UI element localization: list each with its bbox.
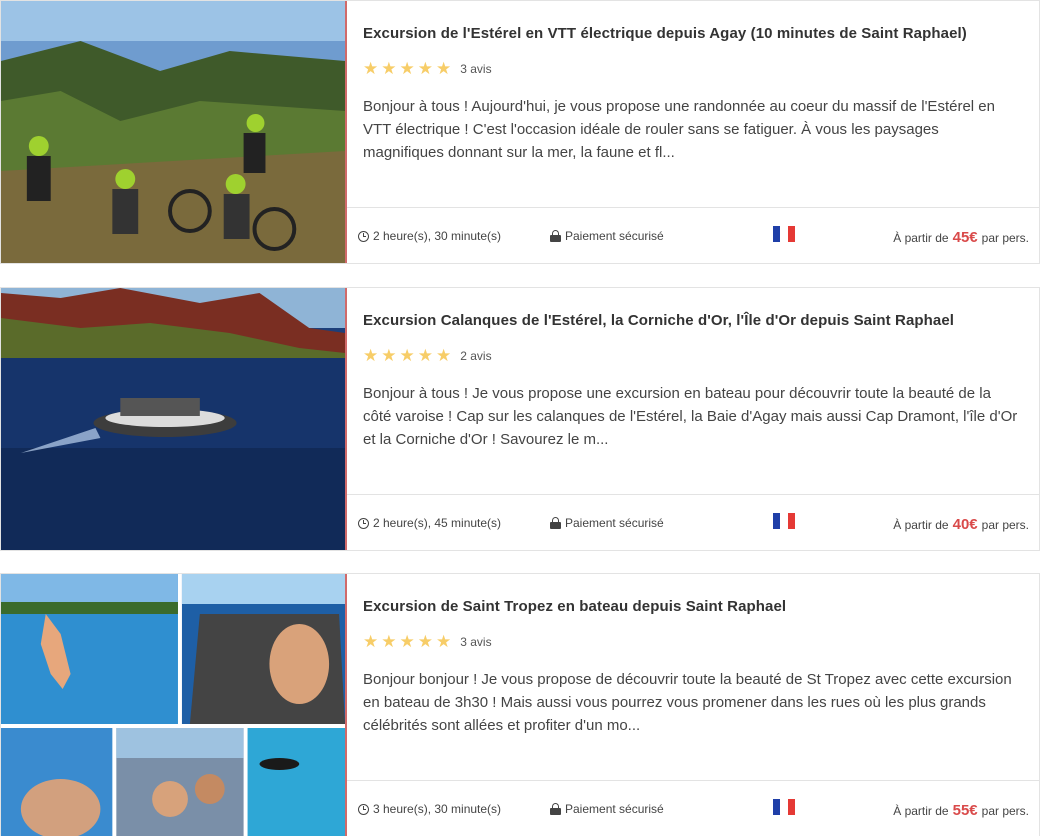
star-icon: ★ [399,632,415,651]
lock-icon [550,803,561,815]
excursion-list: Excursion de l'Estérel en VTT électrique… [0,0,1040,836]
excursion-title[interactable]: Excursion de l'Estérel en VTT électrique… [363,25,1019,42]
price-amount: 45€ [952,229,978,246]
review-count[interactable]: 3 avis [460,62,491,76]
star-icon: ★ [381,59,397,78]
rating: ★ ★ ★ ★ ★ 2 avis [363,347,492,364]
price-prefix: À partir de [893,517,949,532]
star-icon: ★ [363,59,379,78]
payment-text: Paiement sécurisé [565,516,664,530]
secure-payment: Paiement sécurisé [550,802,664,816]
excursion-photo[interactable] [1,574,347,836]
lock-icon [550,517,561,529]
star-icon: ★ [381,346,397,365]
star-icon: ★ [436,59,452,78]
price-suffix: par pers. [981,517,1029,532]
excursion-footer: 3 heure(s), 30 minute(s) Paiement sécuri… [347,780,1039,836]
language [773,226,795,242]
lock-icon [550,230,561,242]
price-prefix: À partir de [893,803,949,818]
rating: ★ ★ ★ ★ ★ 3 avis [363,633,492,650]
excursion-title[interactable]: Excursion Calanques de l'Estérel, la Cor… [363,312,1019,329]
price-amount: 40€ [952,516,978,533]
duration: 2 heure(s), 45 minute(s) [358,516,501,530]
price-prefix: À partir de [893,230,949,245]
duration-text: 2 heure(s), 30 minute(s) [373,229,502,243]
price: À partir de 40€ par pers. [893,516,1029,533]
excursion-description: Bonjour à tous ! Aujourd'hui, je vous pr… [363,98,995,161]
clock-icon [358,517,369,529]
duration: 2 heure(s), 30 minute(s) [358,229,501,243]
flag-france-icon [773,799,795,815]
flag-france-icon [773,513,795,529]
duration-text: 3 heure(s), 30 minute(s) [373,802,502,816]
star-icon: ★ [417,59,433,78]
excursion-description: Bonjour bonjour ! Je vous propose de déc… [363,671,1012,734]
star-icon: ★ [363,346,379,365]
duration-text: 2 heure(s), 45 minute(s) [373,516,502,530]
excursion-details: Excursion Calanques de l'Estérel, la Cor… [347,288,1039,550]
clock-icon [358,230,369,242]
star-icon: ★ [417,346,433,365]
star-icon: ★ [363,632,379,651]
star-icon: ★ [436,346,452,365]
excursion-card[interactable]: Excursion Calanques de l'Estérel, la Cor… [0,287,1040,551]
language [773,799,795,815]
secure-payment: Paiement sécurisé [550,229,664,243]
excursion-photo[interactable] [1,1,347,263]
excursion-footer: 2 heure(s), 30 minute(s) Paiement sécuri… [347,207,1039,263]
flag-france-icon [773,226,795,242]
star-icon: ★ [399,59,415,78]
duration: 3 heure(s), 30 minute(s) [358,802,501,816]
payment-text: Paiement sécurisé [565,229,664,243]
review-count[interactable]: 2 avis [460,349,491,363]
star-icon: ★ [417,632,433,651]
price-suffix: par pers. [981,230,1029,245]
excursion-footer: 2 heure(s), 45 minute(s) Paiement sécuri… [347,494,1039,550]
star-icon: ★ [381,632,397,651]
excursion-photo[interactable] [1,288,347,550]
star-icon: ★ [399,346,415,365]
excursion-details: Excursion de Saint Tropez en bateau depu… [347,574,1039,836]
payment-text: Paiement sécurisé [565,802,664,816]
language [773,513,795,529]
price: À partir de 45€ par pers. [893,229,1029,246]
excursion-details: Excursion de l'Estérel en VTT électrique… [347,1,1039,263]
secure-payment: Paiement sécurisé [550,516,664,530]
star-icon: ★ [436,632,452,651]
excursion-card[interactable]: Excursion de Saint Tropez en bateau depu… [0,573,1040,836]
clock-icon [358,803,369,815]
excursion-card[interactable]: Excursion de l'Estérel en VTT électrique… [0,0,1040,264]
excursion-title[interactable]: Excursion de Saint Tropez en bateau depu… [363,598,1019,615]
rating: ★ ★ ★ ★ ★ 3 avis [363,60,492,77]
price-amount: 55€ [952,802,978,819]
price-suffix: par pers. [981,803,1029,818]
price: À partir de 55€ par pers. [893,802,1029,819]
review-count[interactable]: 3 avis [460,635,491,649]
excursion-description: Bonjour à tous ! Je vous propose une exc… [363,385,1018,448]
